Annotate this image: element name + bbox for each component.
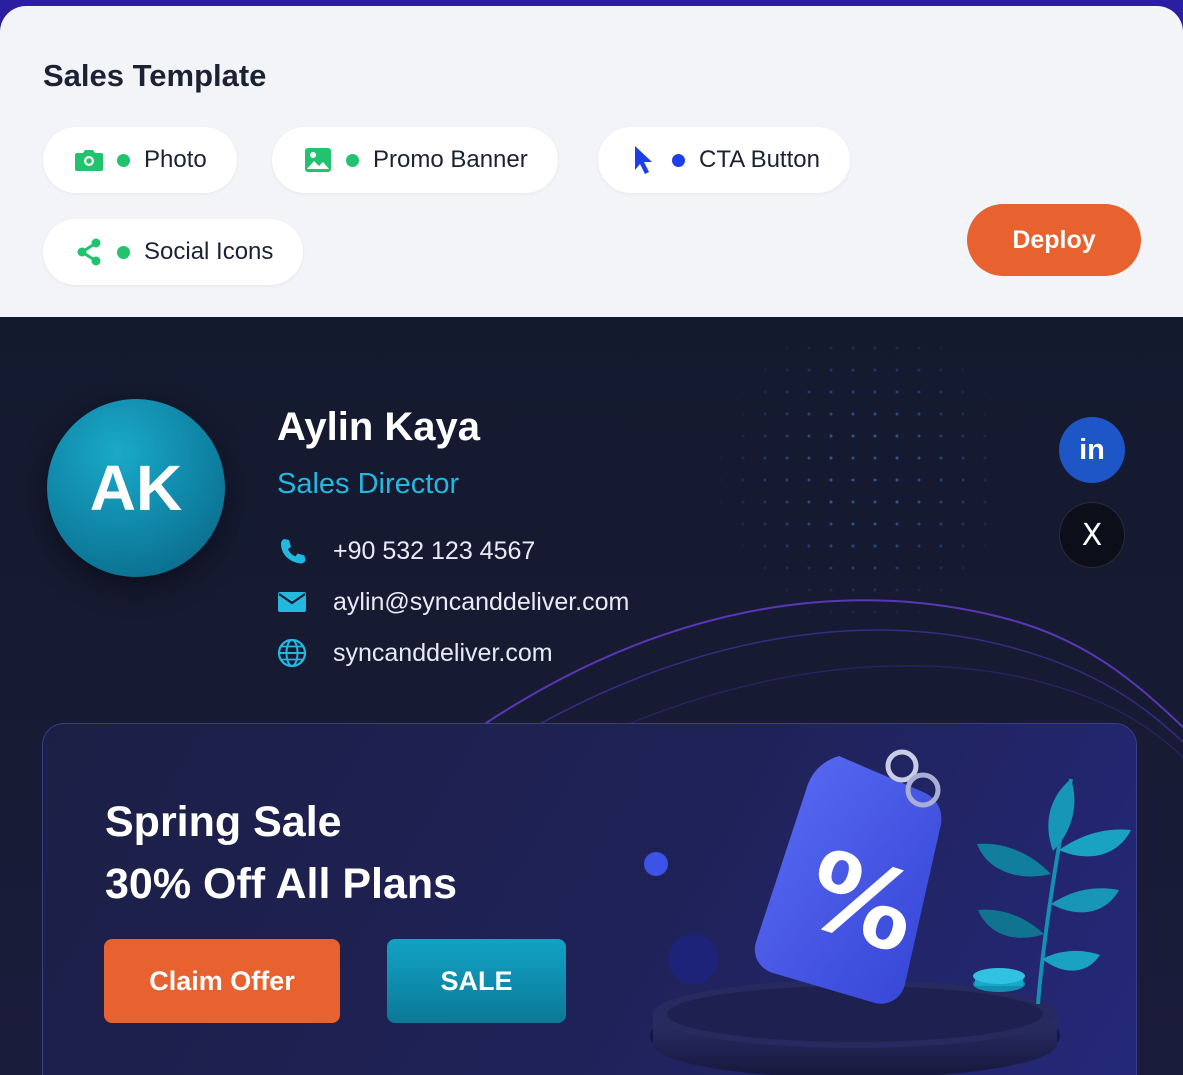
sale-button[interactable]: SALE	[387, 939, 566, 1023]
signature-preview: AK Aylin Kaya Sales Director +90 532 123…	[0, 317, 1183, 1075]
status-dot	[346, 153, 359, 167]
x-button[interactable]: X	[1059, 502, 1125, 568]
chip-label: Photo	[144, 146, 207, 173]
status-dot	[117, 245, 130, 259]
mail-icon	[277, 587, 307, 617]
image-icon	[302, 144, 334, 176]
cursor-icon	[628, 144, 660, 176]
template-title: Sales Template	[43, 58, 267, 93]
chip-promo-banner[interactable]: Promo Banner	[272, 127, 558, 193]
promo-subheadline: 30% Off All Plans	[105, 860, 458, 908]
chip-social-icons[interactable]: Social Icons	[43, 219, 304, 285]
chip-label: Promo Banner	[373, 146, 528, 173]
camera-icon	[73, 144, 105, 176]
sale-tag-illustration: %	[644, 749, 1131, 1075]
phone-text: +90 532 123 4567	[333, 536, 536, 565]
linkedin-button[interactable]: in	[1059, 417, 1125, 483]
chip-photo[interactable]: Photo	[43, 127, 237, 193]
deploy-button[interactable]: Deploy	[967, 204, 1141, 276]
globe-icon	[277, 638, 307, 668]
contact-role: Sales Director	[277, 468, 460, 500]
claim-offer-button[interactable]: Claim Offer	[104, 939, 340, 1023]
email-text: aylin@syncanddeliver.com	[333, 587, 630, 616]
status-dot	[672, 153, 685, 167]
promo-headline: Spring Sale	[105, 798, 342, 846]
phone-row[interactable]: +90 532 123 4567	[277, 536, 535, 566]
template-card: Sales Template Photo Promo Banner CTA Bu…	[0, 6, 1183, 1075]
chip-cta-button[interactable]: CTA Button	[598, 127, 850, 193]
share-icon	[73, 236, 105, 268]
contact-name: Aylin Kaya	[277, 405, 481, 449]
website-row[interactable]: syncanddeliver.com	[277, 638, 553, 668]
status-dot	[117, 153, 130, 167]
promo-banner: Spring Sale 30% Off All Plans Claim Offe…	[42, 723, 1137, 1075]
avatar: AK	[47, 399, 225, 577]
linkedin-icon: in	[1079, 433, 1105, 466]
x-icon: X	[1081, 517, 1103, 553]
phone-icon	[277, 536, 307, 566]
chip-label: Social Icons	[144, 238, 274, 265]
email-row[interactable]: aylin@syncanddeliver.com	[277, 587, 629, 617]
chip-label: CTA Button	[699, 146, 820, 173]
website-text: syncanddeliver.com	[333, 638, 553, 667]
template-toolbar: Sales Template Photo Promo Banner CTA Bu…	[0, 6, 1183, 317]
